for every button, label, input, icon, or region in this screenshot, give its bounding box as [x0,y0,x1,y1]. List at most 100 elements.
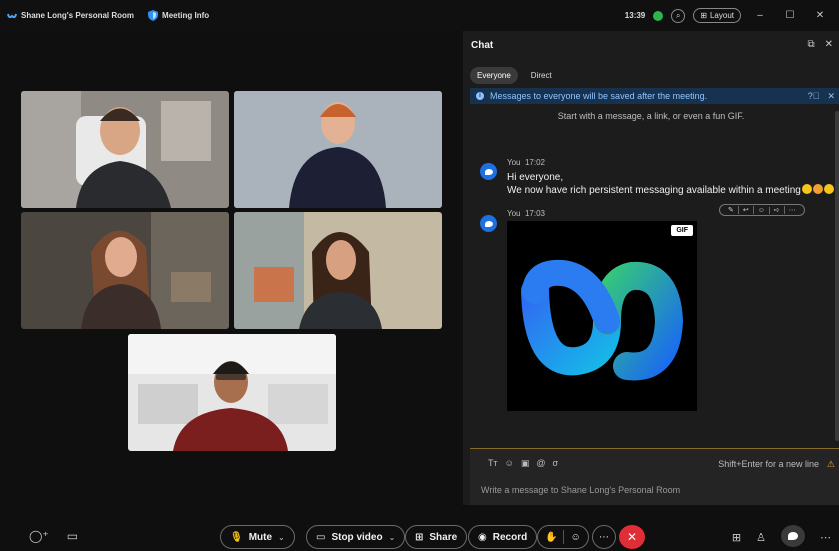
participant-video [21,91,229,208]
meeting-toolbar: ◯⁺ ▭ 🎙 Mute ⌄ ▭ Stop video ⌄ ⊞ Share ◉ R… [0,520,839,551]
record-label: Record [492,531,528,543]
apps-icon[interactable]: ⊞ [732,531,741,544]
more-icon[interactable]: ⋯ [785,206,800,214]
video-tile-participant-3[interactable] [21,212,229,329]
message-meta: You 17:03 [507,209,545,218]
person-warning-icon: ⚠ [826,459,835,469]
message-sender: You [507,209,521,218]
info-banner: i Messages to everyone will be saved aft… [470,88,839,104]
help-icon[interactable]: ?⃝ [808,91,820,102]
tab-everyone[interactable]: Everyone [470,67,518,84]
search-icon[interactable]: ⌕ [671,8,686,23]
shield-icon [148,10,159,21]
mute-button[interactable]: 🎙 Mute ⌄ [220,525,295,549]
participant-video [234,91,442,208]
message-line: Hi everyone, [507,172,564,183]
more-icon[interactable]: ⋯ [820,531,831,544]
share-label: Share [429,531,458,543]
microphone-icon: 🎙 [230,531,243,543]
video-tile-participant-1[interactable] [21,91,229,208]
chat-toggle-icon[interactable] [781,525,805,547]
raise-hand-icon[interactable]: ✋ [545,532,557,543]
banner-text: Messages to everyone will be saved after… [490,91,708,101]
message-input[interactable]: Write a message to Shane Long's Personal… [481,485,680,495]
chevron-down-icon[interactable]: ⌄ [389,533,396,542]
reactions-group: ✋ ☺ [537,525,589,549]
share-icon: ⊞ [415,531,424,543]
chevron-down-icon[interactable]: ⌄ [278,533,285,542]
camera-icon: ▭ [316,531,326,543]
minimize-icon[interactable]: – [749,10,771,21]
room-name-item[interactable]: Shane Long's Personal Room [7,11,134,20]
message-sender: You [507,158,521,167]
emoji-sunglasses-icon [801,184,812,194]
video-tile-participant-4[interactable] [234,212,442,329]
emoji-heart-eyes-icon [812,184,823,194]
webex-gif-logo-icon [521,259,684,381]
video-tile-participant-2[interactable] [234,91,442,208]
mention-icon[interactable]: @ [536,458,545,469]
gif-badge: GIF [671,225,693,236]
emoji-icon[interactable]: ☺ [505,458,514,469]
chat-scrollbar[interactable] [835,111,839,441]
chat-tabs: Everyone Direct [470,67,559,84]
popout-icon[interactable]: ⧉ [807,39,814,50]
dismiss-banner-icon[interactable]: ✕ [827,91,835,102]
share-button[interactable]: ⊞ Share [405,525,468,549]
stop-video-button[interactable]: ▭ Stop video ⌄ [306,525,406,549]
reply-icon[interactable]: ↩ [739,206,754,214]
newline-hint: Shift+Enter for a new line [718,459,819,469]
close-chat-icon[interactable]: ✕ [825,39,833,50]
emoji-smile-icon [823,184,834,194]
participant-video [128,334,336,451]
message-actions: ✎ ↩ ☺ ➪ ⋯ [719,204,805,216]
avatar [480,215,497,232]
forward-icon[interactable]: ➪ [770,206,785,214]
message-time: 17:03 [524,209,545,218]
end-call-button[interactable]: ✕ [619,525,645,549]
gif-attachment[interactable]: GIF [507,221,697,411]
react-icon[interactable]: ☺ [754,206,770,214]
reactions-icon[interactable]: ◯⁺ [29,529,49,543]
gif-icon[interactable]: ▣ [521,458,530,469]
chat-header: Chat [463,31,839,59]
close-icon[interactable]: ✕ [809,10,831,21]
message-time: 17:02 [524,158,545,167]
message-body: Hi everyone, We now have rich persistent… [507,171,834,197]
emoji-reaction-icon[interactable]: ☺ [570,532,580,543]
video-tile-participant-5[interactable] [128,334,336,451]
mute-label: Mute [248,531,273,543]
record-button[interactable]: ◉ Record [468,525,538,549]
stop-video-label: Stop video [331,531,383,543]
meeting-info-label: Meeting Info [162,11,210,20]
text-format-icon[interactable]: Tт [488,458,498,469]
room-name: Shane Long's Personal Room [21,11,135,20]
info-icon: i [476,92,484,100]
record-icon: ◉ [478,531,487,543]
avatar [480,163,497,180]
divider [563,530,565,544]
clock-time: 13:39 [624,11,646,20]
participants-icon[interactable]: ♙ [756,531,766,544]
captions-icon[interactable]: ▭ [67,529,78,543]
edit-icon[interactable]: ✎ [724,206,739,214]
meeting-info-item[interactable]: Meeting Info [148,10,209,21]
grid-icon: ⊞ [700,11,707,20]
layout-label: Layout [709,11,734,20]
chat-title: Chat [471,39,494,51]
message-line-wrap: We now have rich persistent messaging av… [507,184,834,197]
title-bar: Shane Long's Personal Room Meeting Info … [0,0,839,31]
chat-hint: Start with a message, a link, or even a … [557,111,745,121]
message-meta: You 17:02 [507,158,545,167]
status-indicator-icon[interactable] [653,10,664,21]
layout-button[interactable]: ⊞ Layout [693,8,741,23]
more-options-icon[interactable]: ⋯ [592,525,616,549]
tab-direct[interactable]: Direct [524,67,559,84]
webex-logo-icon [7,13,17,18]
attach-icon[interactable]: σ [552,458,558,469]
message-composer: Tт ☺ ▣ @ σ Shift+Enter for a new line ⚠ … [470,448,839,505]
participant-video [234,212,442,329]
maximize-icon[interactable]: ☐ [779,10,801,21]
chat-panel: Chat ⧉ ✕ Everyone Direct i Messages to e… [463,31,839,505]
participant-video [21,212,229,329]
